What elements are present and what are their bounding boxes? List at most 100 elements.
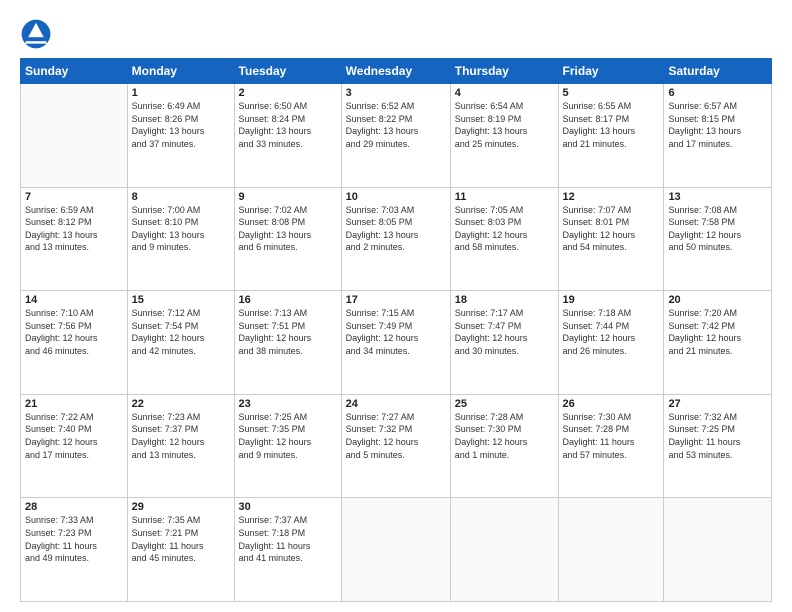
calendar-cell: 6Sunrise: 6:57 AM Sunset: 8:15 PM Daylig… (664, 84, 772, 188)
calendar-cell: 23Sunrise: 7:25 AM Sunset: 7:35 PM Dayli… (234, 394, 341, 498)
calendar-cell: 18Sunrise: 7:17 AM Sunset: 7:47 PM Dayli… (450, 291, 558, 395)
calendar-cell: 11Sunrise: 7:05 AM Sunset: 8:03 PM Dayli… (450, 187, 558, 291)
calendar-cell: 14Sunrise: 7:10 AM Sunset: 7:56 PM Dayli… (21, 291, 128, 395)
calendar-cell: 28Sunrise: 7:33 AM Sunset: 7:23 PM Dayli… (21, 498, 128, 602)
week-row-3: 21Sunrise: 7:22 AM Sunset: 7:40 PM Dayli… (21, 394, 772, 498)
day-info: Sunrise: 7:08 AM Sunset: 7:58 PM Dayligh… (668, 204, 767, 254)
day-header-row: SundayMondayTuesdayWednesdayThursdayFrid… (21, 59, 772, 84)
week-row-4: 28Sunrise: 7:33 AM Sunset: 7:23 PM Dayli… (21, 498, 772, 602)
calendar-cell: 9Sunrise: 7:02 AM Sunset: 8:08 PM Daylig… (234, 187, 341, 291)
day-info: Sunrise: 7:22 AM Sunset: 7:40 PM Dayligh… (25, 411, 123, 461)
day-header-monday: Monday (127, 59, 234, 84)
day-info: Sunrise: 6:55 AM Sunset: 8:17 PM Dayligh… (563, 100, 660, 150)
page-header (20, 18, 772, 50)
day-info: Sunrise: 7:12 AM Sunset: 7:54 PM Dayligh… (132, 307, 230, 357)
day-number: 19 (563, 294, 660, 306)
day-info: Sunrise: 7:05 AM Sunset: 8:03 PM Dayligh… (455, 204, 554, 254)
calendar-cell: 13Sunrise: 7:08 AM Sunset: 7:58 PM Dayli… (664, 187, 772, 291)
calendar-cell: 16Sunrise: 7:13 AM Sunset: 7:51 PM Dayli… (234, 291, 341, 395)
calendar-cell: 25Sunrise: 7:28 AM Sunset: 7:30 PM Dayli… (450, 394, 558, 498)
day-number: 17 (346, 294, 446, 306)
day-number: 7 (25, 191, 123, 203)
day-number: 30 (239, 501, 337, 513)
logo-icon (20, 18, 52, 50)
calendar-cell: 29Sunrise: 7:35 AM Sunset: 7:21 PM Dayli… (127, 498, 234, 602)
day-number: 10 (346, 191, 446, 203)
calendar-cell: 22Sunrise: 7:23 AM Sunset: 7:37 PM Dayli… (127, 394, 234, 498)
day-number: 26 (563, 398, 660, 410)
day-header-thursday: Thursday (450, 59, 558, 84)
calendar-cell (341, 498, 450, 602)
calendar-cell: 4Sunrise: 6:54 AM Sunset: 8:19 PM Daylig… (450, 84, 558, 188)
day-info: Sunrise: 7:03 AM Sunset: 8:05 PM Dayligh… (346, 204, 446, 254)
day-number: 22 (132, 398, 230, 410)
day-number: 16 (239, 294, 337, 306)
week-row-2: 14Sunrise: 7:10 AM Sunset: 7:56 PM Dayli… (21, 291, 772, 395)
day-info: Sunrise: 7:20 AM Sunset: 7:42 PM Dayligh… (668, 307, 767, 357)
day-info: Sunrise: 7:37 AM Sunset: 7:18 PM Dayligh… (239, 514, 337, 564)
day-number: 14 (25, 294, 123, 306)
day-number: 25 (455, 398, 554, 410)
day-info: Sunrise: 7:23 AM Sunset: 7:37 PM Dayligh… (132, 411, 230, 461)
week-row-1: 7Sunrise: 6:59 AM Sunset: 8:12 PM Daylig… (21, 187, 772, 291)
day-info: Sunrise: 7:10 AM Sunset: 7:56 PM Dayligh… (25, 307, 123, 357)
day-number: 9 (239, 191, 337, 203)
day-number: 23 (239, 398, 337, 410)
calendar-cell: 8Sunrise: 7:00 AM Sunset: 8:10 PM Daylig… (127, 187, 234, 291)
day-info: Sunrise: 7:25 AM Sunset: 7:35 PM Dayligh… (239, 411, 337, 461)
day-number: 20 (668, 294, 767, 306)
calendar-cell: 7Sunrise: 6:59 AM Sunset: 8:12 PM Daylig… (21, 187, 128, 291)
day-info: Sunrise: 6:49 AM Sunset: 8:26 PM Dayligh… (132, 100, 230, 150)
day-info: Sunrise: 7:32 AM Sunset: 7:25 PM Dayligh… (668, 411, 767, 461)
calendar-cell (21, 84, 128, 188)
day-number: 4 (455, 87, 554, 99)
day-number: 21 (25, 398, 123, 410)
day-number: 12 (563, 191, 660, 203)
day-info: Sunrise: 7:28 AM Sunset: 7:30 PM Dayligh… (455, 411, 554, 461)
day-number: 29 (132, 501, 230, 513)
day-header-tuesday: Tuesday (234, 59, 341, 84)
day-header-saturday: Saturday (664, 59, 772, 84)
day-info: Sunrise: 6:59 AM Sunset: 8:12 PM Dayligh… (25, 204, 123, 254)
day-info: Sunrise: 7:15 AM Sunset: 7:49 PM Dayligh… (346, 307, 446, 357)
day-number: 1 (132, 87, 230, 99)
calendar-cell: 17Sunrise: 7:15 AM Sunset: 7:49 PM Dayli… (341, 291, 450, 395)
calendar-cell: 3Sunrise: 6:52 AM Sunset: 8:22 PM Daylig… (341, 84, 450, 188)
calendar-cell (558, 498, 664, 602)
day-number: 28 (25, 501, 123, 513)
day-header-friday: Friday (558, 59, 664, 84)
calendar-cell: 12Sunrise: 7:07 AM Sunset: 8:01 PM Dayli… (558, 187, 664, 291)
day-number: 13 (668, 191, 767, 203)
calendar-cell: 26Sunrise: 7:30 AM Sunset: 7:28 PM Dayli… (558, 394, 664, 498)
calendar-cell (450, 498, 558, 602)
calendar-cell: 5Sunrise: 6:55 AM Sunset: 8:17 PM Daylig… (558, 84, 664, 188)
week-row-0: 1Sunrise: 6:49 AM Sunset: 8:26 PM Daylig… (21, 84, 772, 188)
day-number: 11 (455, 191, 554, 203)
day-info: Sunrise: 7:13 AM Sunset: 7:51 PM Dayligh… (239, 307, 337, 357)
calendar-table: SundayMondayTuesdayWednesdayThursdayFrid… (20, 58, 772, 602)
calendar-cell: 2Sunrise: 6:50 AM Sunset: 8:24 PM Daylig… (234, 84, 341, 188)
day-info: Sunrise: 7:00 AM Sunset: 8:10 PM Dayligh… (132, 204, 230, 254)
calendar-cell: 30Sunrise: 7:37 AM Sunset: 7:18 PM Dayli… (234, 498, 341, 602)
day-info: Sunrise: 7:30 AM Sunset: 7:28 PM Dayligh… (563, 411, 660, 461)
calendar-cell (664, 498, 772, 602)
day-number: 18 (455, 294, 554, 306)
day-info: Sunrise: 6:54 AM Sunset: 8:19 PM Dayligh… (455, 100, 554, 150)
calendar-cell: 24Sunrise: 7:27 AM Sunset: 7:32 PM Dayli… (341, 394, 450, 498)
logo (20, 18, 56, 50)
calendar-cell: 19Sunrise: 7:18 AM Sunset: 7:44 PM Dayli… (558, 291, 664, 395)
day-number: 6 (668, 87, 767, 99)
day-header-sunday: Sunday (21, 59, 128, 84)
day-info: Sunrise: 7:33 AM Sunset: 7:23 PM Dayligh… (25, 514, 123, 564)
calendar-cell: 21Sunrise: 7:22 AM Sunset: 7:40 PM Dayli… (21, 394, 128, 498)
day-number: 2 (239, 87, 337, 99)
day-info: Sunrise: 7:27 AM Sunset: 7:32 PM Dayligh… (346, 411, 446, 461)
day-info: Sunrise: 7:35 AM Sunset: 7:21 PM Dayligh… (132, 514, 230, 564)
calendar-cell: 15Sunrise: 7:12 AM Sunset: 7:54 PM Dayli… (127, 291, 234, 395)
day-number: 27 (668, 398, 767, 410)
day-info: Sunrise: 7:07 AM Sunset: 8:01 PM Dayligh… (563, 204, 660, 254)
calendar-cell: 20Sunrise: 7:20 AM Sunset: 7:42 PM Dayli… (664, 291, 772, 395)
day-number: 15 (132, 294, 230, 306)
day-info: Sunrise: 7:02 AM Sunset: 8:08 PM Dayligh… (239, 204, 337, 254)
day-info: Sunrise: 7:17 AM Sunset: 7:47 PM Dayligh… (455, 307, 554, 357)
